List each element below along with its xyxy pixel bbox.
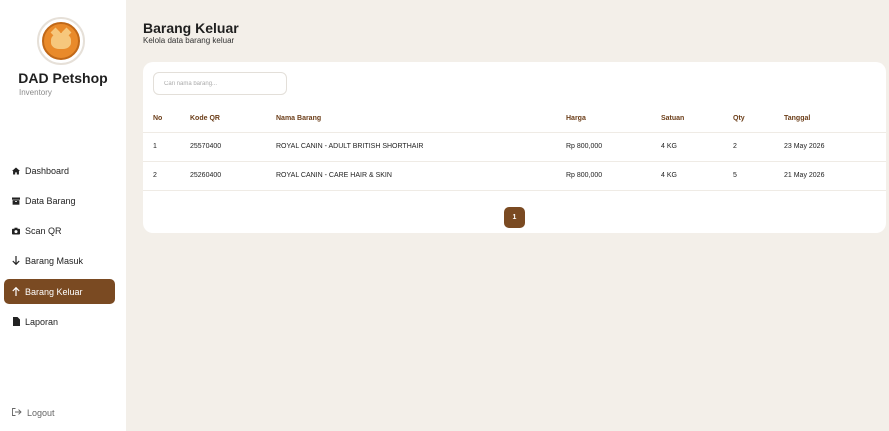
cell-tanggal: 21 May 2026 <box>784 161 886 191</box>
sidebar-item-barang-keluar[interactable]: Barang Keluar <box>4 279 115 304</box>
sidebar-item-label: Dashboard <box>25 165 70 176</box>
column-header-tanggal: Tanggal <box>784 106 886 133</box>
file-icon <box>12 317 20 326</box>
sidebar-item-barang-masuk[interactable]: Barang Masuk <box>4 248 115 273</box>
cell-nama-barang: ROYAL CANIN - CARE HAIR & SKIN <box>276 161 566 191</box>
column-header-no: No <box>143 106 190 133</box>
column-header-qty: Qty <box>733 106 784 133</box>
table-row: 2 25260400 ROYAL CANIN - CARE HAIR & SKI… <box>143 161 886 191</box>
sidebar: DAD Petshop Inventory Dashboard Data Bar… <box>0 0 126 431</box>
cell-kode-qr: 25570400 <box>190 132 276 162</box>
cell-qty: 5 <box>733 161 784 191</box>
cell-satuan: 4 KG <box>661 132 733 162</box>
camera-icon <box>12 227 20 235</box>
sidebar-item-label: Scan QR <box>25 225 62 236</box>
sidebar-item-label: Barang Masuk <box>25 255 84 266</box>
cell-no: 1 <box>143 132 190 162</box>
search-input[interactable] <box>153 72 287 95</box>
logout-label: Logout <box>27 408 55 418</box>
data-card: No Kode QR Nama Barang Harga Satuan Qty … <box>143 62 886 233</box>
sidebar-item-label: Data Barang <box>25 195 76 206</box>
cell-nama-barang: ROYAL CANIN - ADULT BRITISH SHORTHAIR <box>276 132 566 162</box>
sidebar-item-label: Laporan <box>25 316 59 327</box>
sidebar-item-laporan[interactable]: Laporan <box>4 309 115 334</box>
barang-keluar-table: No Kode QR Nama Barang Harga Satuan Qty … <box>143 106 886 191</box>
cell-no: 2 <box>143 161 190 191</box>
sidebar-item-label: Barang Keluar <box>25 286 83 297</box>
cell-qty: 2 <box>733 132 784 162</box>
logout-icon <box>12 408 22 418</box>
cell-harga: Rp 800,000 <box>566 132 661 162</box>
sidebar-item-scan-qr[interactable]: Scan QR <box>4 218 115 243</box>
table-row: 1 25570400 ROYAL CANIN - ADULT BRITISH S… <box>143 132 886 162</box>
box-icon <box>12 197 20 205</box>
pagination-page-button[interactable]: 1 <box>504 207 525 228</box>
cell-kode-qr: 25260400 <box>190 161 276 191</box>
sidebar-item-dashboard[interactable]: Dashboard <box>4 158 115 183</box>
column-header-harga: Harga <box>566 106 661 133</box>
column-header-kode-qr: Kode QR <box>190 106 276 133</box>
column-header-nama-barang: Nama Barang <box>276 106 566 133</box>
page-title: Barang Keluar <box>143 20 239 36</box>
brand-name: DAD Petshop <box>18 70 108 86</box>
logout-button[interactable]: Logout <box>12 408 55 418</box>
sidebar-item-data-barang[interactable]: Data Barang <box>4 188 115 213</box>
home-icon <box>12 166 20 175</box>
cell-satuan: 4 KG <box>661 161 733 191</box>
column-header-satuan: Satuan <box>661 106 733 133</box>
arrow-down-icon <box>12 256 20 265</box>
brand-subtitle: Inventory <box>19 88 52 97</box>
page-subtitle: Kelola data barang keluar <box>143 36 235 45</box>
table-header-row: No Kode QR Nama Barang Harga Satuan Qty … <box>143 106 886 133</box>
cell-harga: Rp 800,000 <box>566 161 661 191</box>
arrow-up-icon <box>12 287 20 296</box>
cell-tanggal: 23 May 2026 <box>784 132 886 162</box>
petshop-logo <box>37 17 85 65</box>
